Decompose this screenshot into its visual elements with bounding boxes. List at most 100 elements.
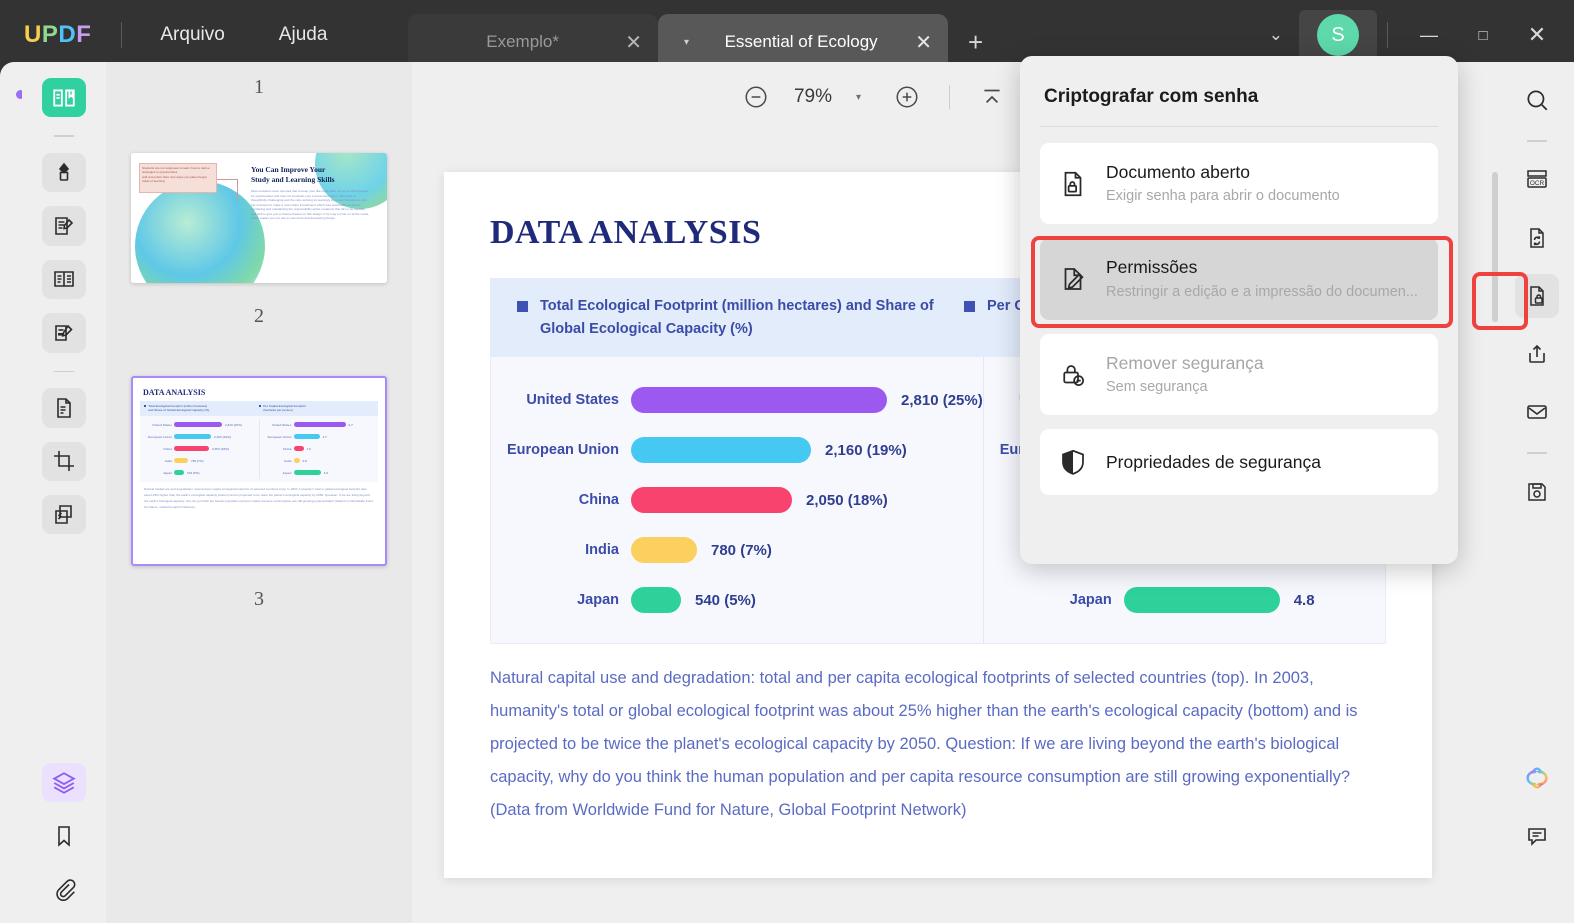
bookmark-icon[interactable]: [42, 816, 86, 855]
protect-icon[interactable]: [1515, 274, 1559, 318]
tab-list-chevron-down-icon[interactable]: ⌄: [1253, 15, 1299, 55]
bar-value: 2,160 (19%): [825, 441, 907, 459]
layers-icon[interactable]: [42, 762, 86, 803]
bar-india: [631, 537, 697, 564]
bar-label: Japan: [577, 592, 619, 609]
close-button[interactable]: ✕: [1510, 0, 1564, 70]
compare-icon[interactable]: [42, 494, 86, 535]
thumb-number-3: 3: [254, 588, 264, 610]
document-lock-icon: [1058, 169, 1088, 199]
bar-value: 2,810 (25%): [901, 391, 983, 409]
comment-icon[interactable]: [1515, 814, 1559, 858]
zoom-chevron-down-icon[interactable]: ▾: [856, 92, 861, 103]
thumbnail-page-3-title: DATA ANALYSIS: [143, 388, 206, 397]
new-tab-button[interactable]: +: [968, 27, 983, 58]
tab-exemplo-label: Exemplo*: [486, 32, 559, 51]
rail-separator-2: [54, 370, 74, 373]
bar-japan-pc: [1123, 587, 1280, 614]
chart-1-title: Total Ecological Footprint (million hect…: [540, 298, 934, 338]
menu-ajuda[interactable]: Ajuda: [263, 18, 344, 52]
legend-square-icon: [517, 301, 528, 312]
convert-pdf-icon[interactable]: [1515, 216, 1559, 260]
thumbnail-page-2[interactable]: Students are not supposed to learn how t…: [131, 153, 387, 283]
panel-item-title: Remover segurança: [1106, 352, 1264, 373]
panel-item-documento-aberto[interactable]: Documento aberto Exigir senha para abrir…: [1040, 143, 1438, 225]
ai-assistant-icon[interactable]: [1515, 756, 1559, 800]
highlighter-icon[interactable]: [42, 153, 86, 193]
shield-icon: [1058, 447, 1088, 477]
tab-essential-close-icon[interactable]: ✕: [915, 30, 932, 55]
right-rail-separator-2: [1527, 452, 1547, 454]
tab-exemplo-close-icon[interactable]: ✕: [625, 30, 642, 55]
bar-row: Japan 4.8: [984, 575, 1407, 625]
thumbnail-page-3[interactable]: DATA ANALYSIS Total Ecological Footprint…: [131, 376, 387, 566]
panel-item-title: Documento aberto: [1106, 162, 1250, 182]
maximize-button[interactable]: □: [1456, 0, 1510, 70]
bar-label: India: [585, 542, 619, 559]
viewer-scrollbar[interactable]: [1492, 172, 1498, 322]
account-button[interactable]: S: [1299, 10, 1377, 60]
menu-arquivo[interactable]: Arquivo: [144, 18, 240, 52]
share-icon[interactable]: [1515, 332, 1559, 376]
zoom-in-button[interactable]: [887, 77, 927, 117]
tab-caret-down-icon[interactable]: ▾: [684, 37, 689, 48]
avatar: S: [1317, 14, 1359, 56]
attachment-icon[interactable]: [42, 870, 86, 909]
panel-item-title: Propriedades de segurança: [1106, 452, 1322, 473]
panel-divider: [1040, 126, 1438, 127]
bar-value: 780 (7%): [711, 541, 772, 559]
panel-item-propriedades-de-seguranca[interactable]: Propriedades de segurança: [1040, 429, 1438, 496]
bar-european-union: [631, 437, 811, 464]
panel-item-subtitle: Restringir a edição e a impressão do doc…: [1106, 283, 1418, 300]
bar-japan: [631, 587, 681, 614]
titlebar-divider: [121, 22, 123, 48]
bar-label: Japan: [1069, 592, 1112, 609]
svg-text:OCR: OCR: [1530, 180, 1545, 187]
tab-strip: Exemplo* ✕ ▾ Essential of Ecology ✕ +: [408, 8, 983, 70]
panel-item-remover-seguranca[interactable]: Remover segurança Sem segurança: [1040, 333, 1438, 416]
bar-value: 2,050 (18%): [806, 491, 888, 509]
zoom-level[interactable]: 79%: [784, 86, 842, 108]
left-toolbar: [22, 62, 106, 923]
panel-item-subtitle: Exigir senha para abrir o documento: [1106, 188, 1340, 205]
panel-item-title: Permissões: [1106, 257, 1198, 278]
right-toolbar: OCR: [1500, 62, 1574, 923]
legend-square-icon-2: [964, 301, 975, 312]
thumb-number-1: 1: [254, 76, 264, 98]
ocr-icon[interactable]: OCR: [1515, 158, 1559, 202]
window-controls-divider: [1387, 22, 1388, 48]
thumbnail-page-3-paragraph: Natural capital use and degradation: tot…: [144, 486, 373, 509]
right-rail-separator-1: [1527, 140, 1547, 142]
app-window: UPDF Arquivo Ajuda Exemplo* ✕ ▾ Essentia…: [0, 0, 1574, 923]
document-edit-icon: [1058, 264, 1088, 294]
toolbar-divider: [949, 85, 951, 109]
email-icon[interactable]: [1515, 390, 1559, 434]
bar-label: China: [578, 492, 619, 509]
bar-row: United States 2,810 (25%): [491, 375, 983, 425]
form-icon[interactable]: [42, 313, 86, 353]
panel-title: Criptografar com senha: [1044, 86, 1259, 107]
bar-label: United States: [526, 392, 619, 409]
zoom-out-button[interactable]: [736, 77, 776, 117]
bar-row: European Union 2,160 (19%): [491, 425, 983, 475]
panel-item-subtitle: Sem segurança: [1106, 379, 1208, 396]
crop-icon[interactable]: [42, 441, 86, 481]
edit-text-icon[interactable]: [42, 206, 86, 246]
updf-logo: UPDF: [24, 21, 92, 48]
organize-pages-icon[interactable]: [42, 259, 86, 300]
page-paragraph: Natural capital use and degradation: tot…: [490, 669, 1358, 820]
bar-label: European Union: [507, 442, 619, 459]
thumbnail-panel[interactable]: 1 Students are not supposed to learn how…: [106, 62, 412, 923]
save-as-icon[interactable]: [1515, 470, 1559, 514]
bar-value: 4.8: [1293, 591, 1315, 609]
bar-china: [631, 487, 792, 514]
tab-essential-of-ecology-label: Essential of Ecology: [724, 32, 878, 51]
chart-legend-left: Total Ecological Footprint (million hect…: [491, 279, 938, 357]
bar-row: Japan 540 (5%): [491, 575, 983, 625]
reader-icon[interactable]: [42, 78, 86, 118]
bar-row: China 2,050 (18%): [491, 475, 983, 525]
search-icon[interactable]: [1515, 78, 1559, 122]
first-page-button[interactable]: [972, 77, 1012, 117]
panel-item-permissoes[interactable]: Permissões Restringir a edição e a impre…: [1040, 238, 1438, 320]
convert-icon[interactable]: [42, 388, 86, 428]
